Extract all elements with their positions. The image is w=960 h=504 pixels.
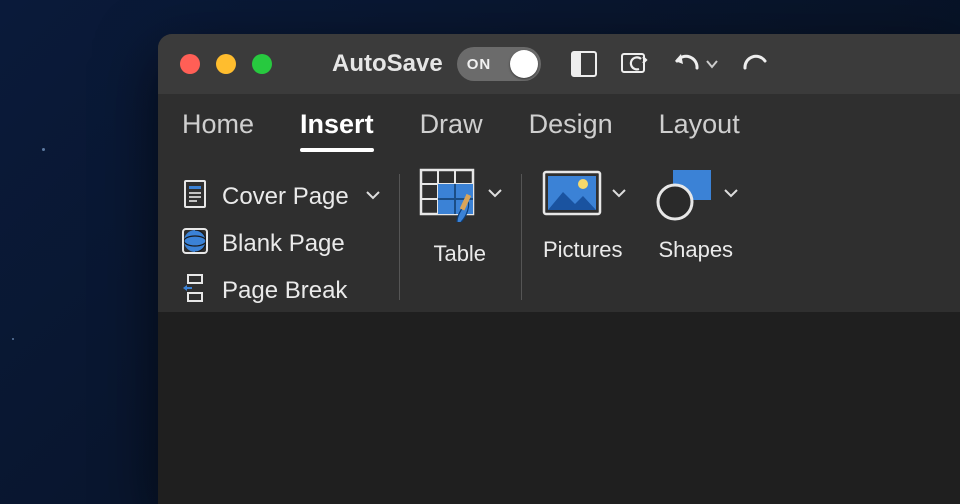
tab-layout-label: Layout [659, 109, 740, 148]
autosave-label: AutoSave [332, 50, 443, 78]
undo-button[interactable] [671, 50, 719, 78]
redo-icon [739, 50, 771, 78]
template-gallery-button[interactable] [569, 49, 599, 79]
chevron-down-icon [705, 57, 719, 71]
tab-insert[interactable]: Insert [300, 109, 374, 152]
autosave-control: AutoSave ON [332, 47, 541, 81]
chevron-down-icon [365, 188, 381, 207]
quick-access-toolbar [569, 49, 771, 79]
tab-layout[interactable]: Layout [659, 109, 740, 152]
sync-button[interactable] [619, 49, 651, 79]
redo-button[interactable] [739, 50, 771, 78]
app-window: AutoSave ON [158, 34, 960, 504]
ribbon-group-table: Table [399, 164, 521, 324]
tab-design-label: Design [529, 109, 613, 148]
page-break-label: Page Break [222, 277, 347, 305]
sync-icon [619, 49, 651, 79]
tab-insert-label: Insert [300, 109, 374, 148]
tab-home[interactable]: Home [182, 109, 254, 152]
shapes-button[interactable]: Shapes [653, 164, 739, 263]
pictures-icon [539, 164, 605, 229]
undo-icon [671, 50, 703, 78]
tab-design[interactable]: Design [529, 109, 613, 152]
blank-page-icon [182, 226, 208, 263]
shapes-label: Shapes [658, 237, 733, 263]
blank-page-button[interactable]: Blank Page [182, 226, 381, 263]
template-icon [569, 49, 599, 79]
ribbon-group-illustrations: Pictures Shapes [521, 164, 757, 324]
ribbon-insert: Cover Page Blank Page [158, 152, 960, 325]
tab-home-label: Home [182, 109, 254, 148]
pictures-button[interactable]: Pictures [539, 164, 627, 263]
tab-draw[interactable]: Draw [420, 109, 483, 152]
chevron-down-icon [487, 186, 503, 205]
cover-page-label: Cover Page [222, 183, 349, 211]
autosave-state-text: ON [467, 56, 492, 73]
table-icon [417, 164, 481, 233]
titlebar: AutoSave ON [158, 34, 960, 94]
chevron-down-icon [723, 186, 739, 205]
chevron-down-icon [611, 186, 627, 205]
page-break-button[interactable]: Page Break [182, 273, 381, 310]
pictures-label: Pictures [543, 237, 622, 263]
close-window-button[interactable] [180, 54, 200, 74]
table-label: Table [433, 241, 486, 267]
toggle-knob [510, 50, 538, 78]
blank-page-label: Blank Page [222, 230, 345, 258]
page-break-icon [182, 273, 208, 310]
minimize-window-button[interactable] [216, 54, 236, 74]
ribbon-tabs: Home Insert Draw Design Layout [158, 94, 960, 152]
window-controls [180, 54, 272, 74]
cover-page-icon [182, 179, 208, 216]
autosave-toggle[interactable]: ON [457, 47, 541, 81]
tab-draw-label: Draw [420, 109, 483, 148]
table-button[interactable]: Table [417, 164, 503, 267]
ribbon-group-pages: Cover Page Blank Page [182, 164, 399, 324]
shapes-icon [653, 164, 717, 229]
document-area[interactable] [158, 312, 960, 504]
maximize-window-button[interactable] [252, 54, 272, 74]
cover-page-button[interactable]: Cover Page [182, 179, 381, 216]
